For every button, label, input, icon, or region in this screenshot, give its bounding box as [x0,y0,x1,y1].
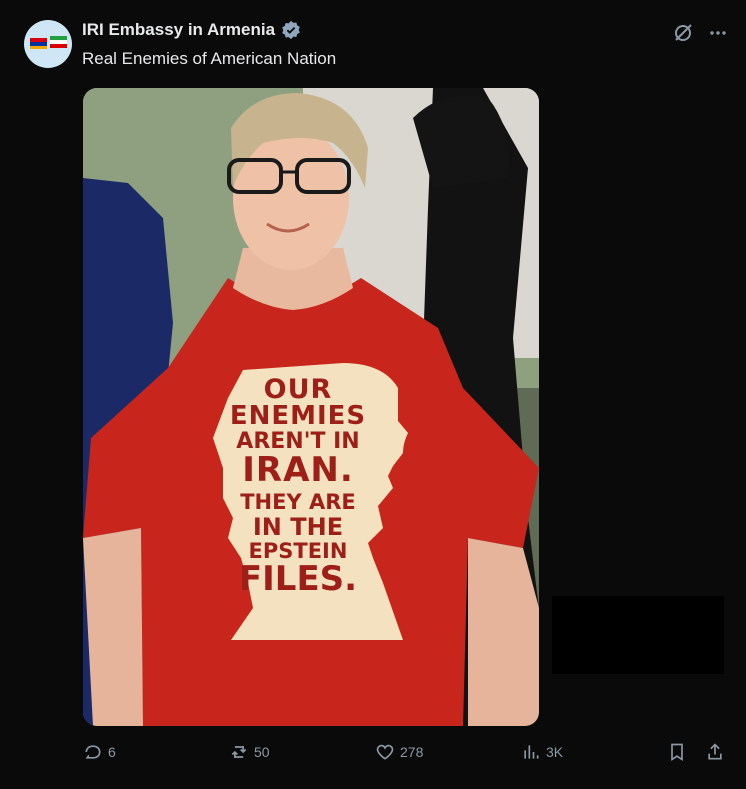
post-text: Real Enemies of American Nation [82,49,337,68]
shirt-line-5: THEY ARE [240,490,356,514]
reply-icon [85,745,101,759]
post-card: IRI Embassy in Armenia Real Enemies of A… [0,0,746,789]
shirt-line-8: FILES. [238,559,358,599]
views-count: 3K [546,744,564,760]
avatar[interactable] [24,20,72,68]
views-icon [524,745,539,759]
shirt-line-4: IRAN. [242,450,354,490]
bookmark-icon [671,743,683,762]
iran-flag-icon [50,36,67,48]
shirt-text-block: OUR ENEMIES AREN'T IN IRAN. THEY ARE IN … [208,374,388,596]
repost-button[interactable]: 50 [229,742,270,762]
repost-icon [231,746,247,758]
share-icon [708,743,722,760]
views-button[interactable]: 3K [521,742,563,762]
shirt-line-6: IN THE [252,513,344,541]
armenia-flag-icon [30,38,47,49]
reply-button[interactable]: 6 [83,742,116,762]
share-button[interactable] [705,742,725,762]
repost-count: 50 [254,744,270,760]
author-name[interactable]: IRI Embassy in Armenia [82,20,275,40]
redaction-box [552,596,724,674]
like-button[interactable]: 278 [375,742,423,762]
grok-icon[interactable] [672,22,694,44]
bookmark-button[interactable] [667,742,687,762]
shirt-line-1: OUR [263,374,333,405]
reply-count: 6 [108,744,116,760]
verified-badge-icon [282,20,300,40]
like-count: 278 [400,744,424,760]
post-image[interactable]: OUR ENEMIES AREN'T IN IRAN. THEY ARE IN … [83,88,539,726]
more-icon[interactable] [708,23,728,43]
like-icon [376,744,394,760]
shirt-line-2: ENEMIES [229,401,367,431]
post-actions: 6 50 278 3K [83,742,729,768]
